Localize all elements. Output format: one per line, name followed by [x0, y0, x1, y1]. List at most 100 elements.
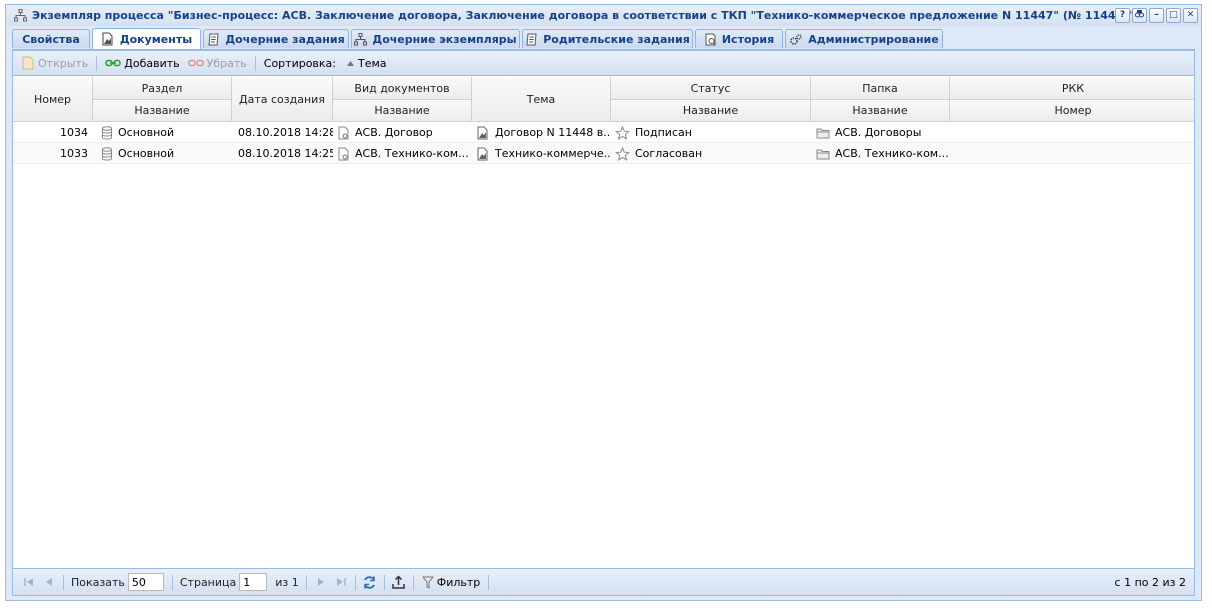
- star-icon: [615, 146, 630, 161]
- task-icon: [208, 33, 219, 45]
- export-icon[interactable]: [391, 574, 407, 590]
- search-window-button[interactable]: [1132, 8, 1147, 23]
- table-row[interactable]: 1033 Основной 08.10.2018 14:25 АСВ. Техн…: [13, 143, 1194, 164]
- col-group-status: Статус: [611, 77, 811, 100]
- toolbar-separator: [412, 574, 414, 590]
- refresh-icon[interactable]: [362, 574, 378, 590]
- paging-toolbar: Показать Страница из 1: [13, 568, 1194, 595]
- doctype-name: АСВ. Договор: [355, 126, 433, 139]
- process-icon: [13, 9, 27, 23]
- doctype-name: АСВ. Технико-ком...: [355, 147, 469, 160]
- tab-child-instances[interactable]: Дочерние экземпляры: [351, 29, 520, 48]
- show-label: Показать: [71, 575, 125, 589]
- maximize-button[interactable]: □: [1166, 8, 1181, 23]
- table-row[interactable]: 1034 Основной 08.10.2018 14:28 АСВ. Дого…: [13, 122, 1194, 143]
- folder-name: АСВ. Договоры: [835, 126, 922, 139]
- help-button[interactable]: ?: [1115, 8, 1130, 23]
- remove-button[interactable]: Убрать: [184, 53, 251, 74]
- toolbar-separator: [254, 55, 256, 71]
- col-section-name[interactable]: Название: [93, 100, 232, 122]
- history-icon: [705, 33, 716, 45]
- gears-icon: [790, 33, 802, 45]
- toolbar-separator: [96, 55, 98, 71]
- filter-label: Фильтр: [436, 575, 481, 589]
- task-icon: [526, 33, 537, 45]
- last-page-icon[interactable]: [333, 574, 349, 590]
- tab-label: Администрирование: [808, 32, 939, 46]
- subject-text: Технико-коммерче...: [495, 147, 610, 160]
- cell-section: Основной: [101, 122, 231, 143]
- minimize-button[interactable]: –: [1149, 8, 1164, 23]
- col-subject[interactable]: Тема: [472, 77, 611, 122]
- open-icon: [22, 56, 34, 70]
- tab-label: Свойства: [22, 32, 80, 46]
- cell-status: Согласован: [615, 143, 810, 164]
- col-rkk-number[interactable]: Номер: [950, 100, 1194, 122]
- sort-field-label: Тема: [358, 56, 387, 70]
- folder-name: АСВ. Технико-ком...: [835, 147, 949, 160]
- col-status-name[interactable]: Название: [611, 100, 811, 122]
- page-size-input[interactable]: [127, 573, 164, 591]
- grid-toolbar: Открыть Добавить Убрать Сортировка: Тема: [13, 51, 1194, 76]
- toolbar-separator: [63, 574, 64, 590]
- add-button[interactable]: Добавить: [101, 53, 183, 74]
- status-text: Подписан: [635, 126, 692, 139]
- cell-number: 1034: [60, 126, 88, 139]
- open-label: Открыть: [38, 56, 89, 70]
- toolbar-separator: [488, 574, 490, 590]
- paging-summary: с 1 по 2 из 2: [1114, 575, 1186, 589]
- process-tree-icon: [354, 32, 368, 45]
- status-text: Согласован: [635, 147, 703, 160]
- tab-administration[interactable]: Администрирование: [785, 29, 943, 48]
- link-add-icon: [105, 59, 121, 67]
- sort-asc-icon: [347, 60, 355, 66]
- cell-doctype: АСВ. Технико-ком...: [338, 143, 471, 164]
- of-pages-label: из 1: [275, 575, 299, 589]
- page-number-input[interactable]: [239, 573, 268, 591]
- toolbar-separator: [305, 574, 307, 590]
- col-folder-name[interactable]: Название: [811, 100, 950, 122]
- star-icon: [615, 125, 630, 140]
- tab-documents[interactable]: Документы: [92, 28, 201, 49]
- cell-subject: Технико-коммерче...: [476, 143, 610, 164]
- cell-section: Основной: [101, 143, 231, 164]
- tab-label: Дочерние задания: [225, 32, 345, 46]
- process-window: Экземпляр процесса "Бизнес-процесс: АСВ.…: [5, 4, 1202, 601]
- open-button[interactable]: Открыть: [17, 53, 92, 74]
- first-page-icon[interactable]: [21, 574, 37, 590]
- tab-bar: Свойства Документы Дочерние задания Доче…: [12, 28, 1195, 50]
- close-button[interactable]: ✕: [1183, 8, 1198, 23]
- subject-text: Договор N 11448 в...: [495, 126, 610, 139]
- filter-button[interactable]: Фильтр: [418, 572, 485, 592]
- cell-status: Подписан: [615, 122, 810, 143]
- tab-label: Дочерние экземпляры: [372, 32, 517, 46]
- cell-folder: АСВ. Технико-ком...: [816, 143, 949, 164]
- tab-properties[interactable]: Свойства: [12, 29, 90, 48]
- doctype-icon: [338, 126, 349, 139]
- toolbar-separator: [383, 574, 385, 590]
- toolbar-separator: [354, 574, 356, 590]
- grid-header: Номер Раздел Название Дата создания Вид …: [13, 77, 1194, 122]
- folder-icon: [816, 128, 830, 138]
- tab-parent-tasks[interactable]: Родительские задания: [522, 29, 693, 48]
- toolbar-separator: [171, 574, 173, 590]
- col-created[interactable]: Дата создания: [232, 77, 333, 122]
- tab-label: История: [721, 32, 775, 46]
- document-icon: [477, 126, 488, 139]
- document-icon: [477, 147, 488, 160]
- next-page-icon[interactable]: [313, 574, 329, 590]
- col-number[interactable]: Номер: [13, 77, 93, 122]
- col-group-folder: Папка: [811, 77, 950, 100]
- folder-icon: [816, 149, 830, 159]
- tab-history[interactable]: История: [695, 29, 783, 48]
- cell-created: 08.10.2018 14:28: [238, 126, 333, 139]
- cell-subject: Договор N 11448 в...: [476, 122, 610, 143]
- col-group-doctype: Вид документов: [333, 77, 472, 100]
- tab-child-tasks[interactable]: Дочерние задания: [203, 29, 349, 48]
- sort-field-button[interactable]: Тема: [342, 53, 391, 74]
- prev-page-icon[interactable]: [41, 574, 57, 590]
- col-doctype-name[interactable]: Название: [333, 100, 472, 122]
- cell-folder: АСВ. Договоры: [816, 122, 949, 143]
- database-icon: [102, 146, 112, 160]
- tab-label: Родительские задания: [543, 32, 690, 46]
